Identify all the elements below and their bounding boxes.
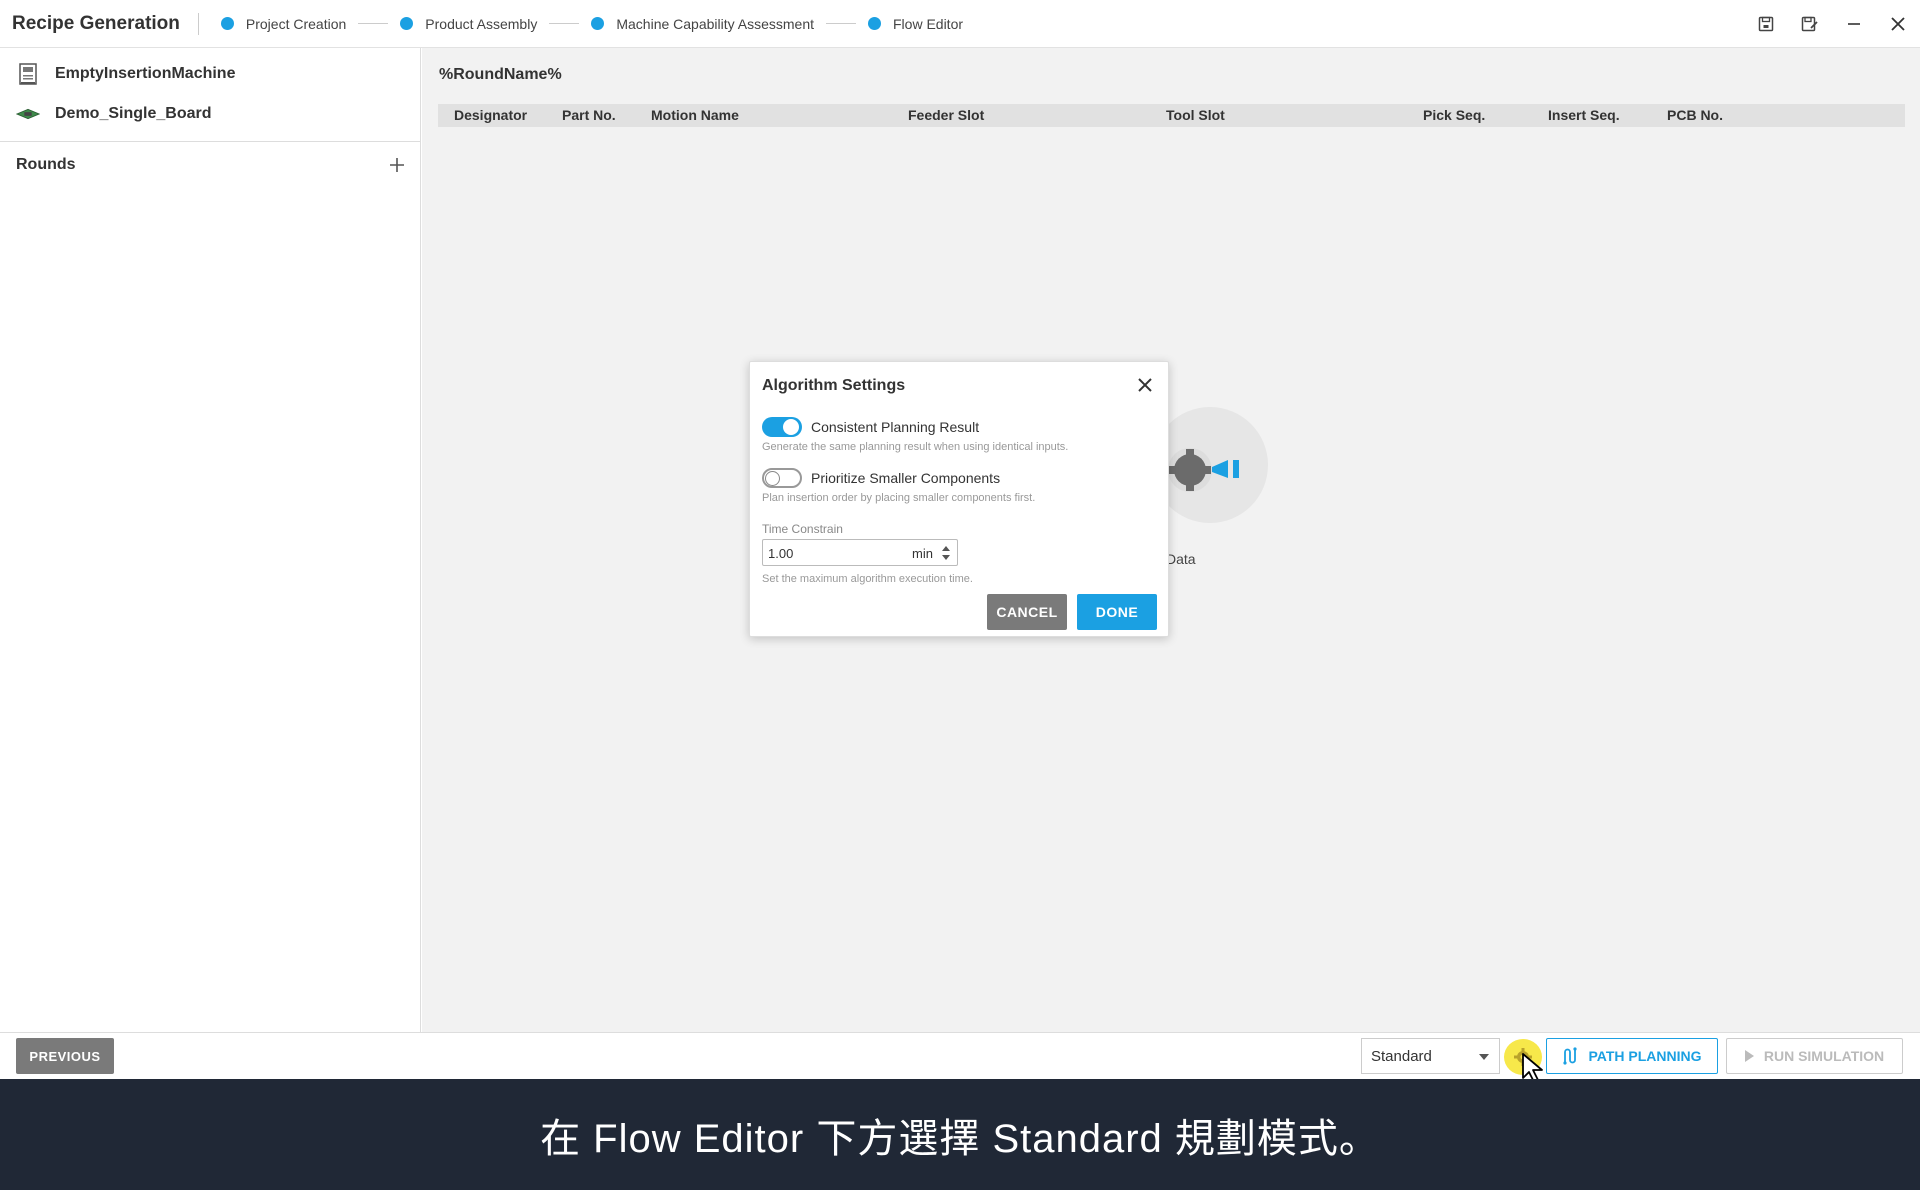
step-dot-icon: [400, 17, 414, 30]
machine-icon: [16, 63, 40, 85]
time-value: 1.00: [768, 546, 794, 561]
round-name: %RoundName%: [439, 66, 562, 83]
step-connector: [358, 23, 389, 24]
cancel-button[interactable]: CANCEL: [987, 594, 1067, 630]
left-panel: EmptyInsertionMachine Demo_Single_Board …: [0, 48, 421, 1032]
board-icon: [16, 103, 40, 125]
step-flow-editor[interactable]: Flow Editor: [868, 16, 963, 32]
toggle-knob: [783, 419, 799, 435]
time-constrain-input[interactable]: 1.00 min: [762, 539, 958, 566]
path-planning-label: PATH PLANNING: [1588, 1048, 1702, 1064]
rounds-label: Rounds: [16, 155, 76, 173]
app-title: Recipe Generation: [0, 12, 199, 35]
step-label: Product Assembly: [425, 15, 538, 32]
minimize-button[interactable]: [1832, 0, 1876, 48]
run-simulation-label: RUN SIMULATION: [1763, 1048, 1885, 1064]
stepper: Project Creation Product Assembly Machin…: [220, 15, 963, 32]
path-planning-button[interactable]: PATH PLANNING: [1546, 1038, 1718, 1074]
close-icon: [1138, 378, 1152, 392]
option-description: Plan insertion order by placing smaller …: [762, 492, 1036, 504]
done-button[interactable]: DONE: [1077, 594, 1157, 630]
step-label: Project Creation: [245, 15, 347, 32]
close-icon: [1891, 17, 1905, 31]
step-dot-icon: [220, 17, 234, 30]
chevron-down-icon: [1479, 1054, 1489, 1060]
step-connector: [549, 23, 580, 24]
mode-value: Standard: [1371, 1048, 1432, 1065]
board-item[interactable]: Demo_Single_Board: [0, 94, 420, 134]
step-label: Machine Capability Assessment: [616, 15, 814, 32]
dialog-title: Algorithm Settings: [762, 377, 906, 394]
add-round-button[interactable]: [390, 152, 404, 178]
step-label: Flow Editor: [893, 15, 964, 32]
save-icon: [1758, 16, 1774, 32]
save-button[interactable]: [1744, 0, 1788, 48]
column-header[interactable]: Motion Name: [651, 107, 739, 123]
column-header[interactable]: Designator: [454, 107, 527, 123]
plus-icon: [390, 157, 404, 172]
option-label: Prioritize Smaller Components: [811, 470, 1001, 486]
step-connector: [826, 23, 856, 24]
table-header: Designator Part No. Motion Name Feeder S…: [438, 104, 1905, 127]
board-name: Demo_Single_Board: [55, 105, 212, 122]
subtitle-caption: 在 Flow Editor 下方選擇 Standard 規劃模式。: [0, 1079, 1920, 1190]
step-product-assembly[interactable]: Product Assembly: [400, 16, 537, 32]
bottom-toolbar: PREVIOUS Standard PATH PLANNING RUN SIMU…: [0, 1032, 1920, 1079]
empty-state-text: Data: [1166, 551, 1196, 567]
step-dot-icon: [591, 17, 605, 30]
toggle-knob: [765, 471, 780, 486]
column-header[interactable]: Pick Seq.: [1423, 107, 1485, 123]
consistent-planning-toggle[interactable]: [762, 417, 802, 437]
column-header[interactable]: Tool Slot: [1166, 107, 1225, 123]
minimize-icon: [1848, 23, 1860, 25]
window-controls: [1744, 0, 1920, 48]
spinner-arrows-icon[interactable]: [941, 543, 951, 563]
column-header[interactable]: PCB No.: [1667, 107, 1723, 123]
option-description: Generate the same planning result when u…: [762, 441, 1069, 453]
time-constrain-hint: Set the maximum algorithm execution time…: [762, 573, 973, 585]
time-constrain-label: Time Constrain: [762, 522, 843, 536]
previous-button[interactable]: PREVIOUS: [16, 1038, 114, 1074]
flow-editor-area: %RoundName% Designator Part No. Motion N…: [422, 48, 1920, 1032]
algorithm-settings-dialog: Algorithm Settings Consistent Planning R…: [749, 361, 1169, 637]
dialog-close-button[interactable]: [1136, 376, 1154, 394]
machine-name: EmptyInsertionMachine: [55, 65, 236, 82]
step-machine-capability[interactable]: Machine Capability Assessment: [591, 16, 814, 32]
prioritize-smaller-toggle[interactable]: [762, 468, 802, 488]
step-dot-icon: [868, 17, 881, 30]
planning-mode-select[interactable]: Standard: [1361, 1038, 1500, 1074]
column-header[interactable]: Feeder Slot: [908, 107, 984, 123]
save-as-icon: [1801, 16, 1818, 32]
step-project-creation[interactable]: Project Creation: [220, 15, 347, 32]
save-as-button[interactable]: [1788, 0, 1832, 48]
option-label: Consistent Planning Result: [811, 419, 980, 435]
play-icon: [1744, 1050, 1754, 1062]
column-header[interactable]: Insert Seq.: [1548, 107, 1620, 123]
rounds-header: Rounds: [0, 141, 420, 187]
run-simulation-button[interactable]: RUN SIMULATION: [1726, 1038, 1903, 1074]
path-planning-icon: [1563, 1047, 1578, 1065]
close-window-button[interactable]: [1876, 0, 1920, 48]
machine-item[interactable]: EmptyInsertionMachine: [0, 54, 420, 94]
title-bar: Recipe Generation Project Creation Produ…: [0, 0, 1920, 48]
time-unit: min: [912, 546, 933, 561]
column-header[interactable]: Part No.: [562, 107, 616, 123]
